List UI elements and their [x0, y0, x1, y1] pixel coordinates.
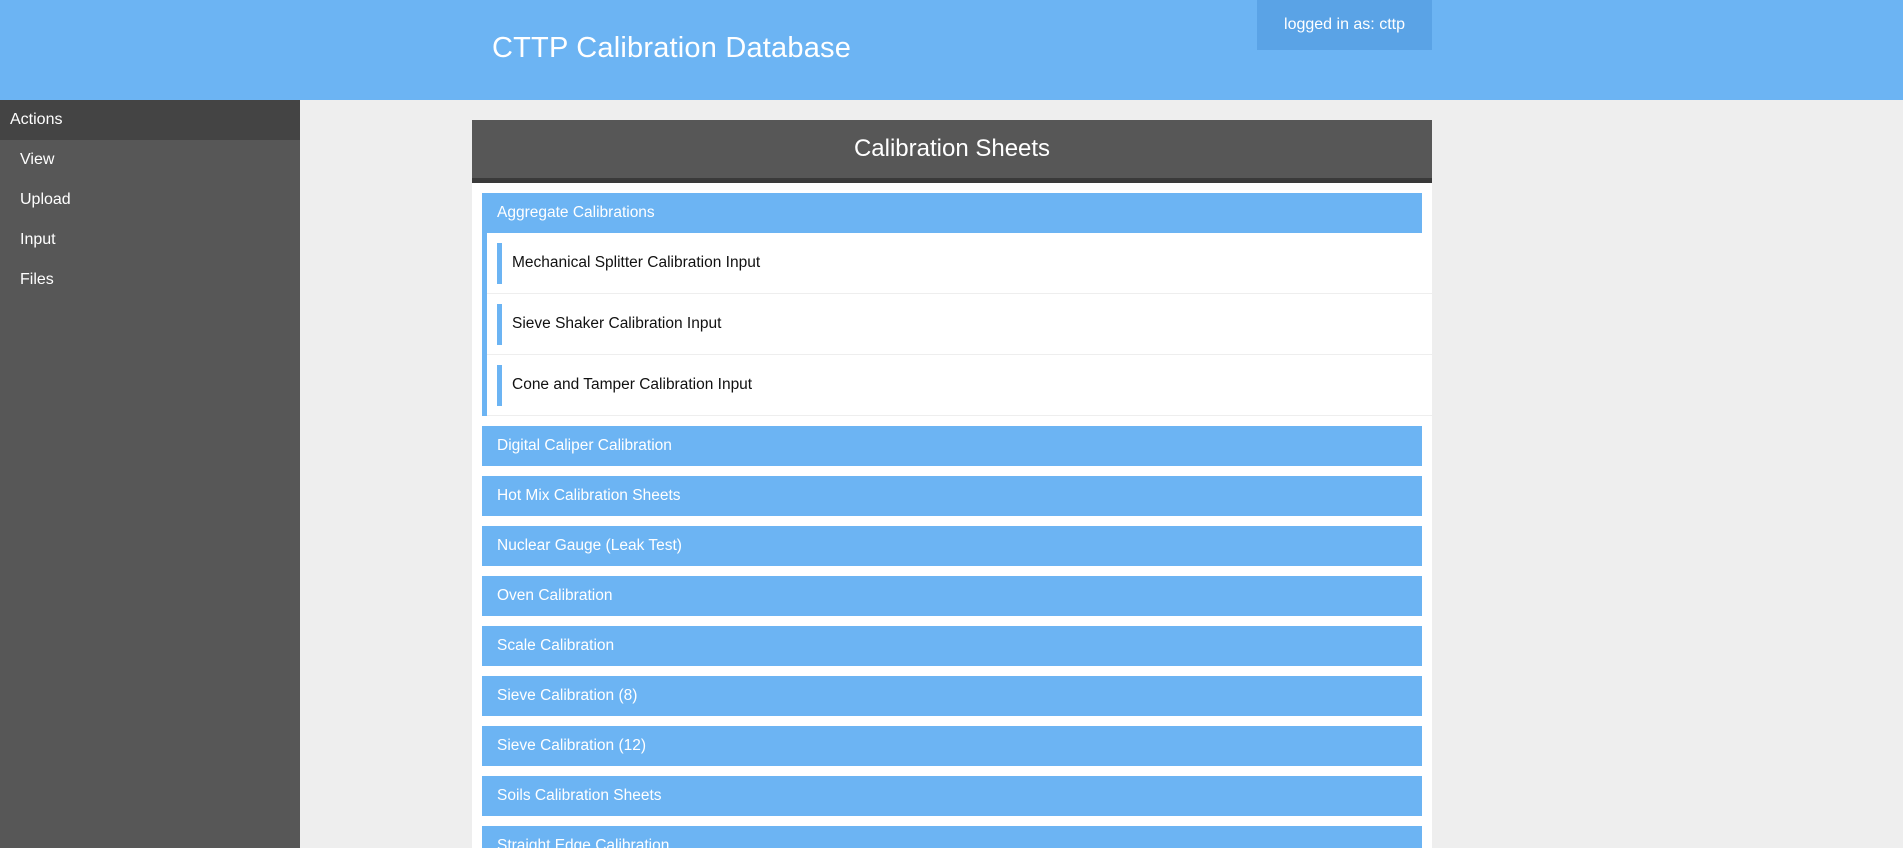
calibration-sheets-panel: Calibration Sheets Aggregate Calibration…	[472, 120, 1432, 848]
aggregate-calibrations-subitems: Mechanical Splitter Calibration Input Si…	[482, 233, 1432, 416]
subitem-label: Mechanical Splitter Calibration Input	[512, 254, 761, 271]
category-aggregate-calibrations[interactable]: Aggregate Calibrations	[482, 193, 1422, 233]
panel-title: Calibration Sheets	[472, 120, 1432, 183]
item-marker	[497, 303, 502, 345]
category-straight-edge[interactable]: Straight Edge Calibration	[482, 826, 1422, 848]
category-sieve-12[interactable]: Sieve Calibration (12)	[482, 726, 1422, 766]
sidebar-item-view[interactable]: View	[0, 140, 300, 180]
category-scale[interactable]: Scale Calibration	[482, 626, 1422, 666]
subitem-label: Cone and Tamper Calibration Input	[512, 376, 753, 393]
subitem-sieve-shaker[interactable]: Sieve Shaker Calibration Input	[487, 294, 1432, 355]
category-hot-mix[interactable]: Hot Mix Calibration Sheets	[482, 476, 1422, 516]
app-title: CTTP Calibration Database	[492, 32, 852, 64]
sidebar-item-upload[interactable]: Upload	[0, 180, 300, 220]
login-status[interactable]: logged in as: cttp	[1257, 0, 1432, 50]
subitem-cone-and-tamper[interactable]: Cone and Tamper Calibration Input	[487, 355, 1432, 416]
sidebar-header: Actions	[0, 100, 300, 140]
category-soils[interactable]: Soils Calibration Sheets	[482, 776, 1422, 816]
category-nuclear-gauge[interactable]: Nuclear Gauge (Leak Test)	[482, 526, 1422, 566]
category-digital-caliper[interactable]: Digital Caliper Calibration	[482, 426, 1422, 466]
sidebar-item-files[interactable]: Files	[0, 260, 300, 300]
subitem-mechanical-splitter[interactable]: Mechanical Splitter Calibration Input	[487, 233, 1432, 294]
item-marker	[497, 364, 502, 406]
top-header: CTTP Calibration Database logged in as: …	[0, 0, 1903, 100]
sidebar: Actions View Upload Input Files	[0, 100, 300, 848]
sidebar-item-input[interactable]: Input	[0, 220, 300, 260]
category-list: Aggregate Calibrations Mechanical Splitt…	[472, 183, 1432, 848]
category-oven[interactable]: Oven Calibration	[482, 576, 1422, 616]
item-marker	[497, 242, 502, 284]
category-sieve-8[interactable]: Sieve Calibration (8)	[482, 676, 1422, 716]
subitem-label: Sieve Shaker Calibration Input	[512, 315, 722, 332]
